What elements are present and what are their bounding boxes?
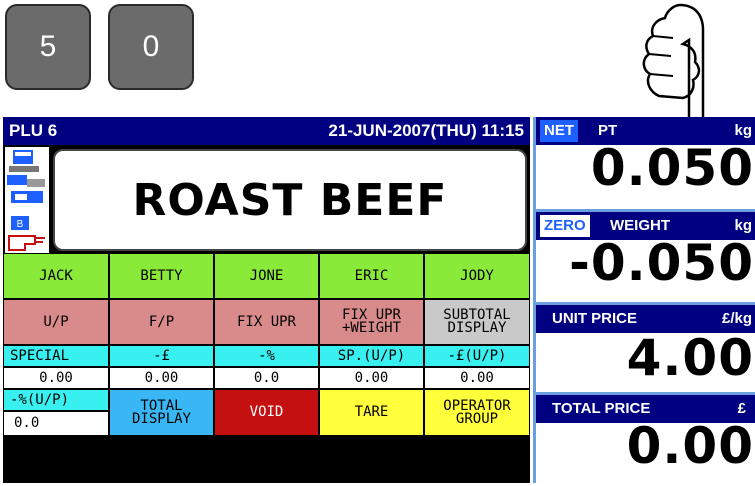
subtotal-display-key[interactable]: SUBTOTAL DISPLAY: [424, 299, 530, 345]
fix-upr-weight-key[interactable]: FIX UPR +WEIGHT: [319, 299, 424, 345]
fix-upr-weight-line2: +WEIGHT: [341, 320, 401, 336]
main-panel: PLU 6 21-JUN-2007(THU) 11:15 B ROAST BEE…: [3, 117, 530, 483]
tare-key[interactable]: TARE: [319, 389, 424, 436]
operator-group-key[interactable]: OPERATOR GROUP: [424, 389, 530, 436]
operator-key-eric[interactable]: ERIC: [319, 253, 424, 299]
scale-network-icon: [7, 150, 45, 203]
special-unit-price-value: 0.00: [319, 367, 424, 389]
minus-percent-unit-price-value: 0.0: [3, 411, 109, 436]
fixed-price-key[interactable]: F/P: [109, 299, 214, 345]
minus-percent-key[interactable]: -%: [214, 345, 319, 367]
minus-percent-value: 0.0: [214, 367, 319, 389]
operator-key-betty[interactable]: BETTY: [109, 253, 214, 299]
unit-price-key[interactable]: U/P: [3, 299, 109, 345]
status-icons: B: [5, 147, 49, 253]
key-0[interactable]: 0: [108, 4, 194, 90]
total-display-key[interactable]: TOTAL DISPLAY: [109, 389, 214, 436]
minus-pound-unit-price-value: 0.00: [424, 367, 530, 389]
date-time: 21-JUN-2007(THU) 11:15: [328, 121, 524, 140]
header-bar: PLU 6 21-JUN-2007(THU) 11:15: [3, 117, 530, 145]
total-display-line2: DISPLAY: [131, 410, 191, 427]
plu-number: PLU 6: [9, 121, 58, 140]
fix-upr-key[interactable]: FIX UPR: [214, 299, 319, 345]
net-badge: NET: [540, 120, 578, 142]
special-value: 0.00: [3, 367, 109, 389]
minus-percent-unit-price-key[interactable]: -%(U/P): [3, 389, 109, 411]
subtotal-display-line2: DISPLAY: [447, 320, 507, 336]
total-price-value: 0.00: [626, 417, 754, 475]
item-name: ROAST BEEF: [53, 149, 527, 251]
minus-pound-value: 0.00: [109, 367, 214, 389]
unit-price-label: UNIT PRICE: [552, 310, 638, 327]
weight-display-panel: NET PT kg 0.050 ZERO WEIGHT kg -0.050 UN…: [533, 117, 755, 483]
operator-key-jody[interactable]: JODY: [424, 253, 530, 299]
operator-group-line2: GROUP: [455, 410, 499, 427]
operator-key-jack[interactable]: JACK: [3, 253, 109, 299]
hand-icon: B: [8, 216, 45, 251]
special-key[interactable]: SPECIAL: [3, 345, 109, 367]
void-key[interactable]: VOID: [214, 389, 319, 436]
unit-price-value: 4.00: [626, 329, 754, 387]
special-unit-price-key[interactable]: SP.(U/P): [319, 345, 424, 367]
weight-value: -0.050: [569, 234, 754, 292]
key-5[interactable]: 5: [5, 4, 91, 90]
svg-text:B: B: [17, 219, 24, 230]
operator-key-jone[interactable]: JONE: [214, 253, 319, 299]
minus-pound-unit-price-key[interactable]: -£(U/P): [424, 345, 530, 367]
tare-value: 0.050: [590, 139, 754, 197]
minus-pound-key[interactable]: -£: [109, 345, 214, 367]
